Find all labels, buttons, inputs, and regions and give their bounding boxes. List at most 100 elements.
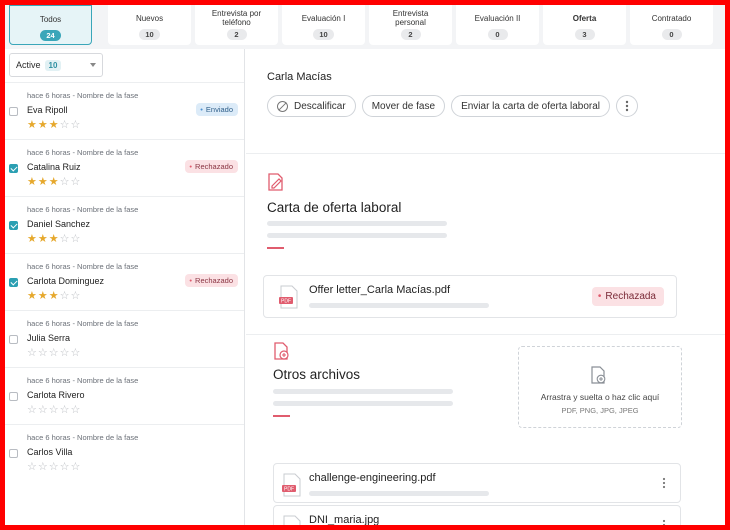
text-placeholder <box>273 389 453 394</box>
text-placeholder <box>267 221 447 226</box>
file-name: challenge-engineering.pdf <box>309 472 436 484</box>
rating-stars[interactable]: ☆☆☆☆☆ <box>27 405 81 416</box>
stage-tab-nuevos[interactable]: Nuevos 10 <box>108 5 191 45</box>
rating-stars[interactable]: ☆☆☆☆☆ <box>27 462 81 473</box>
text-placeholder <box>273 401 453 406</box>
stage-label: Oferta <box>572 13 597 23</box>
stage-tab-todos[interactable]: Todos 24 <box>9 5 92 45</box>
offer-file-card[interactable]: PDF Offer letter_Carla Macías.pdf Rechaz… <box>263 275 677 318</box>
filter-label: Active <box>16 60 41 70</box>
rating-stars[interactable]: ★★★☆☆ <box>27 234 81 245</box>
candidate-meta: hace 6 horas - Nombre de la fase <box>27 91 139 100</box>
dropzone-formats: PDF, PNG, JPG, JPEG <box>561 406 639 415</box>
candidate-name: Julia Serra <box>27 333 71 343</box>
filter-count: 10 <box>44 59 62 71</box>
move-stage-label: Mover de fase <box>371 100 436 112</box>
app-frame: Todos 24 Nuevos 10 Entrevista por teléfo… <box>5 5 725 525</box>
candidate-checkbox[interactable] <box>9 335 18 344</box>
kebab-icon <box>662 519 666 525</box>
candidate-row[interactable]: hace 6 horas - Nombre de la fase Eva Rip… <box>5 82 244 139</box>
ban-icon <box>277 100 288 112</box>
stage-tab-evaluacion-1[interactable]: Evaluación I 10 <box>282 5 365 45</box>
status-filter-dropdown[interactable]: Active 10 <box>9 53 103 77</box>
stage-tabs: Todos 24 Nuevos 10 Entrevista por teléfo… <box>5 5 725 49</box>
rating-stars[interactable]: ★★★☆☆ <box>27 177 81 188</box>
stage-tab-oferta[interactable]: Oferta 3 <box>543 5 626 45</box>
candidate-checkbox[interactable] <box>9 164 18 173</box>
pdf-file-icon: PDF <box>279 285 298 309</box>
candidate-meta: hace 6 horas - Nombre de la fase <box>27 319 139 328</box>
file-add-icon <box>274 342 289 360</box>
send-offer-button[interactable]: Enviar la carta de oferta laboral <box>451 95 611 117</box>
kebab-icon <box>625 100 629 112</box>
candidate-checkbox[interactable] <box>9 107 18 116</box>
status-badge: Rechazado <box>185 274 238 287</box>
upload-file-icon <box>591 366 606 384</box>
send-offer-label: Enviar la carta de oferta laboral <box>461 100 601 112</box>
stage-count: 10 <box>139 29 160 40</box>
stage-count: 2 <box>226 29 247 40</box>
candidate-row[interactable]: hace 6 horas - Nombre de la fase Daniel … <box>5 196 244 253</box>
candidate-checkbox[interactable] <box>9 392 18 401</box>
svg-text:PDF: PDF <box>281 299 291 305</box>
stage-label: Contratado <box>651 13 692 23</box>
candidate-row[interactable]: hace 6 horas - Nombre de la fase Carlota… <box>5 253 244 310</box>
disqualify-label: Descalificar <box>294 100 346 112</box>
candidate-row[interactable]: hace 6 horas - Nombre de la fase Catalin… <box>5 139 244 196</box>
candidate-name: Carlos Villa <box>27 447 73 457</box>
stage-count: 2 <box>400 29 421 40</box>
section-accent-line <box>267 247 284 249</box>
offer-section-title: Carta de oferta laboral <box>267 200 402 215</box>
stage-label: Todos <box>39 14 62 24</box>
stage-tab-entrevista-telefono[interactable]: Entrevista por teléfono 2 <box>195 5 278 45</box>
stage-count: 10 <box>313 29 334 40</box>
file-name: DNI_maria.jpg <box>309 514 380 525</box>
offer-status-badge: Rechazada <box>591 287 664 306</box>
candidate-panel: Active 10 hace 6 horas - Nombre de la fa… <box>5 49 245 525</box>
file-options-button[interactable] <box>662 519 666 525</box>
more-options-button[interactable] <box>616 95 639 117</box>
rating-stars[interactable]: ★★★☆☆ <box>27 120 81 131</box>
candidate-checkbox[interactable] <box>9 278 18 287</box>
divider <box>246 334 725 335</box>
candidate-name: Daniel Sanchez <box>27 219 91 229</box>
candidate-meta: hace 6 horas - Nombre de la fase <box>27 376 139 385</box>
candidate-meta: hace 6 horas - Nombre de la fase <box>27 262 139 271</box>
candidate-name: Carlota Rivero <box>27 390 85 400</box>
candidate-row[interactable]: hace 6 horas - Nombre de la fase Carlota… <box>5 367 244 424</box>
stage-tab-contratado[interactable]: Contratado 0 <box>630 5 713 45</box>
candidate-checkbox[interactable] <box>9 449 18 458</box>
other-files-title: Otros archivos <box>273 367 361 382</box>
stage-tab-entrevista-personal[interactable]: Entrevista personal 2 <box>369 5 452 45</box>
rating-stars[interactable]: ☆☆☆☆☆ <box>27 348 81 359</box>
candidate-name: Catalina Ruiz <box>27 162 81 172</box>
stage-label: Entrevista por teléfono <box>211 9 262 27</box>
candidate-meta: hace 6 horas - Nombre de la fase <box>27 148 139 157</box>
text-placeholder <box>267 233 447 238</box>
stage-tab-evaluacion-2[interactable]: Evaluación II 0 <box>456 5 539 45</box>
candidate-row[interactable]: hace 6 horas - Nombre de la fase Julia S… <box>5 310 244 367</box>
text-placeholder <box>309 303 489 308</box>
candidate-row[interactable]: hace 6 horas - Nombre de la fase Carlos … <box>5 424 244 481</box>
file-dropzone[interactable]: Arrastra y suelta o haz clic aquí PDF, P… <box>518 346 682 428</box>
offer-file-name: Offer letter_Carla Macías.pdf <box>309 284 451 296</box>
pdf-file-icon: PDF <box>282 473 301 497</box>
text-placeholder <box>309 491 489 496</box>
rating-stars[interactable]: ★★★☆☆ <box>27 291 81 302</box>
stage-label: Evaluación II <box>474 13 521 23</box>
disqualify-button[interactable]: Descalificar <box>267 95 356 117</box>
candidate-meta: hace 6 horas - Nombre de la fase <box>27 433 139 442</box>
candidate-checkbox[interactable] <box>9 221 18 230</box>
file-item[interactable]: JPG DNI_maria.jpg <box>273 505 681 525</box>
section-accent-line <box>273 415 290 417</box>
candidate-title: Carla Macías <box>267 71 332 83</box>
file-item[interactable]: PDF challenge-engineering.pdf <box>273 463 681 503</box>
chevron-down-icon <box>90 63 96 67</box>
file-options-button[interactable] <box>662 477 666 489</box>
stage-label: Nuevos <box>135 13 164 23</box>
image-file-icon: JPG <box>283 515 301 525</box>
candidate-name: Eva Ripoll <box>27 105 68 115</box>
move-stage-button[interactable]: Mover de fase <box>361 95 446 117</box>
stage-label: Entrevista personal <box>392 9 429 27</box>
action-bar: Descalificar Mover de fase Enviar la car… <box>267 95 639 117</box>
